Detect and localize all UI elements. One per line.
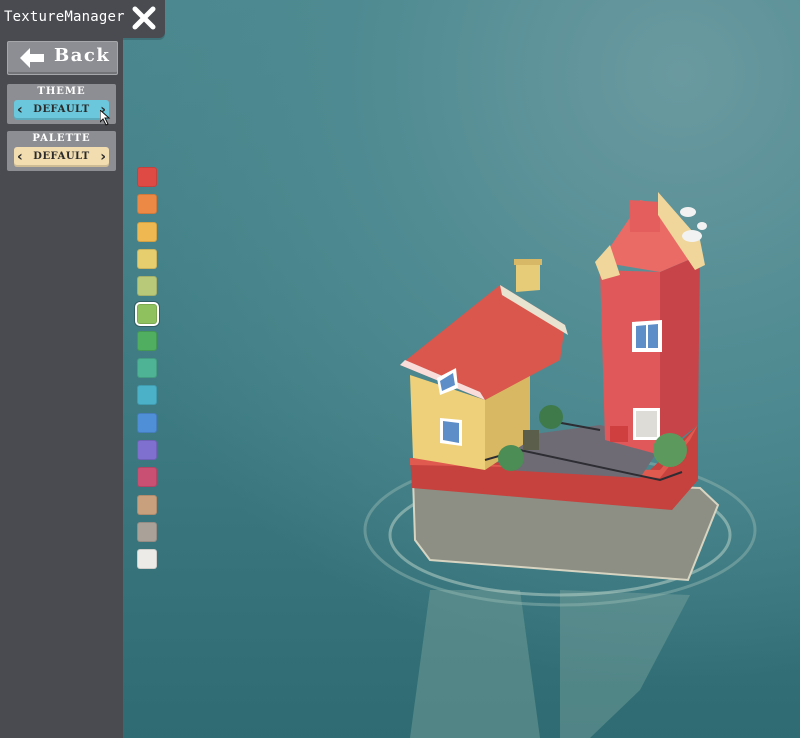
palette-label: PALETTE	[32, 133, 91, 144]
palette-panel: PALETTE ‹ DEFAULT ›	[7, 131, 116, 171]
color-swatch[interactable]	[137, 194, 157, 215]
back-button-label: Back	[54, 45, 111, 66]
color-swatch[interactable]	[137, 467, 157, 488]
window-titlebar: TextureManager	[0, 0, 165, 38]
color-swatch[interactable]	[137, 167, 157, 187]
color-swatch[interactable]	[137, 303, 157, 324]
close-icon[interactable]	[130, 4, 158, 32]
color-swatch[interactable]	[137, 549, 157, 570]
theme-label: THEME	[37, 86, 86, 97]
window-title: TextureManager	[4, 9, 125, 25]
color-swatch[interactable]	[137, 248, 157, 269]
color-swatch[interactable]	[137, 521, 157, 542]
back-button[interactable]: Back	[7, 41, 118, 75]
color-swatch[interactable]	[137, 276, 157, 297]
chevron-right-icon[interactable]: ›	[100, 149, 106, 165]
color-swatch[interactable]	[137, 494, 157, 515]
mouse-cursor-icon	[99, 108, 112, 130]
color-swatch[interactable]	[137, 385, 157, 406]
color-swatch[interactable]	[137, 412, 157, 433]
color-swatch[interactable]	[137, 221, 157, 242]
color-swatch[interactable]	[137, 330, 157, 351]
palette-value: DEFAULT	[33, 151, 90, 162]
theme-selector[interactable]: ‹ DEFAULT ›	[14, 100, 109, 120]
color-swatch[interactable]	[137, 358, 157, 379]
theme-value: DEFAULT	[33, 104, 90, 115]
palette-selector[interactable]: ‹ DEFAULT ›	[14, 147, 109, 167]
color-swatch[interactable]	[137, 440, 157, 460]
left-arrow-icon	[20, 48, 46, 72]
